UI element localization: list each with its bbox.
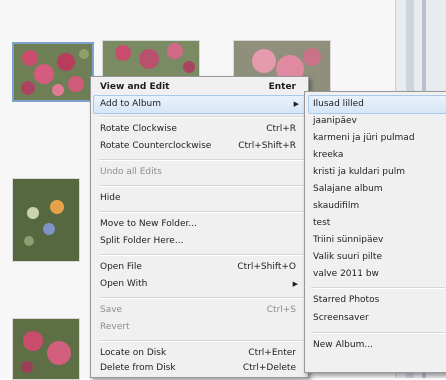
menu-item-label: Hide bbox=[100, 193, 121, 203]
album-item[interactable]: kreeka bbox=[309, 147, 445, 164]
album-item-starred-photos[interactable]: Starred Photos bbox=[309, 292, 445, 309]
menu-item-rotate-clockwise[interactable]: Rotate Clockwise Ctrl+R bbox=[100, 121, 304, 138]
album-item-label: kristi ja kuldari pulm bbox=[313, 167, 405, 177]
photo-thumbnail[interactable] bbox=[12, 42, 94, 102]
submenu-arrow-icon: ▶ bbox=[292, 280, 298, 288]
menu-item-shortcut: Ctrl+Shift+R bbox=[238, 141, 296, 151]
menu-item-hide[interactable]: Hide bbox=[100, 190, 304, 207]
menu-separator bbox=[99, 297, 305, 299]
photo-thumbnail[interactable] bbox=[12, 178, 80, 262]
rose-photo bbox=[103, 41, 199, 77]
photo-thumbnail[interactable] bbox=[12, 318, 80, 380]
album-item[interactable]: test bbox=[309, 215, 445, 232]
album-item[interactable]: karmeni ja jüri pulmad bbox=[309, 130, 445, 147]
album-item[interactable]: kristi ja kuldari pulm bbox=[309, 164, 445, 181]
album-item-label: kreeka bbox=[313, 150, 344, 160]
album-item-label: karmeni ja jüri pulmad bbox=[313, 133, 415, 143]
submenu-arrow-icon: ▶ bbox=[293, 100, 299, 108]
menu-item-label: View and Edit bbox=[100, 82, 170, 92]
menu-item-rotate-counterclockwise[interactable]: Rotate Counterclockwise Ctrl+Shift+R bbox=[100, 138, 304, 155]
album-item[interactable]: jaanipäev bbox=[309, 113, 445, 130]
menu-item-save[interactable]: Save Ctrl+S bbox=[100, 302, 304, 319]
album-item[interactable]: skaudifilm bbox=[309, 198, 445, 215]
album-item[interactable]: Valik suuri pilte bbox=[309, 249, 445, 266]
album-item-label: Ilusad lilled bbox=[313, 99, 364, 109]
menu-item-split-folder-here[interactable]: Split Folder Here... bbox=[100, 233, 304, 250]
menu-separator bbox=[311, 287, 445, 289]
photo-thumbnail[interactable] bbox=[102, 40, 200, 78]
menu-item-add-to-album[interactable]: Add to Album ▶ bbox=[93, 95, 306, 114]
album-item[interactable]: Triini sünnipäev bbox=[309, 232, 445, 249]
menu-separator bbox=[99, 254, 305, 256]
menu-item-shortcut: Ctrl+Shift+O bbox=[237, 262, 296, 272]
menu-item-label: Split Folder Here... bbox=[100, 236, 184, 246]
album-item-label: Valik suuri pilte bbox=[313, 252, 382, 262]
album-submenu: Ilusad lilled jaanipäev karmeni ja jüri … bbox=[304, 91, 446, 373]
menu-item-label: Add to Album bbox=[100, 99, 162, 109]
context-menu: View and Edit Enter Add to Album ▶ Rotat… bbox=[90, 76, 309, 378]
album-item-label: Salajane album bbox=[313, 184, 383, 194]
menu-item-shortcut: Ctrl+S bbox=[266, 305, 296, 315]
menu-item-delete-from-disk[interactable]: Delete from Disk Ctrl+Delete bbox=[100, 360, 304, 377]
album-item-label: skaudifilm bbox=[313, 201, 360, 211]
menu-item-label: Save bbox=[100, 305, 123, 315]
menu-item-label: Delete from Disk bbox=[100, 363, 176, 373]
menu-separator bbox=[99, 159, 305, 161]
album-item[interactable]: Salajane album bbox=[309, 181, 445, 198]
album-item-label: Starred Photos bbox=[313, 295, 380, 305]
menu-item-label: Open With bbox=[100, 279, 148, 289]
menu-item-open-with[interactable]: Open With ▶ bbox=[100, 276, 304, 293]
menu-item-shortcut: Enter bbox=[268, 82, 296, 92]
menu-separator bbox=[99, 340, 305, 342]
album-item-label: valve 2011 bw bbox=[313, 269, 379, 279]
menu-item-label: Undo all Edits bbox=[100, 167, 162, 177]
menu-item-move-to-new-folder[interactable]: Move to New Folder... bbox=[100, 216, 304, 233]
menu-separator bbox=[99, 116, 305, 118]
flower-photo bbox=[13, 179, 79, 261]
album-item-screensaver[interactable]: Screensaver bbox=[309, 310, 445, 327]
menu-separator bbox=[99, 211, 305, 213]
menu-item-label: Rotate Counterclockwise bbox=[100, 141, 212, 151]
rose-photo bbox=[13, 319, 79, 379]
album-item[interactable]: valve 2011 bw bbox=[309, 266, 445, 283]
album-item-label: New Album... bbox=[313, 340, 373, 350]
menu-item-label: Rotate Clockwise bbox=[100, 124, 177, 134]
album-item-label: Screensaver bbox=[313, 313, 369, 323]
menu-item-revert[interactable]: Revert bbox=[100, 319, 304, 336]
menu-item-view-and-edit[interactable]: View and Edit Enter bbox=[100, 79, 304, 96]
menu-item-label: Move to New Folder... bbox=[100, 219, 197, 229]
menu-separator bbox=[99, 185, 305, 187]
menu-separator bbox=[311, 332, 445, 334]
album-item-label: Triini sünnipäev bbox=[313, 235, 384, 245]
menu-item-shortcut: Ctrl+R bbox=[266, 124, 296, 134]
album-item-label: jaanipäev bbox=[313, 116, 357, 126]
album-item[interactable]: Ilusad lilled bbox=[308, 95, 446, 114]
menu-item-label: Open File bbox=[100, 262, 142, 272]
menu-item-open-file[interactable]: Open File Ctrl+Shift+O bbox=[100, 259, 304, 276]
menu-item-label: Revert bbox=[100, 322, 130, 332]
menu-item-shortcut: Ctrl+Delete bbox=[242, 363, 296, 373]
rose-photo bbox=[14, 44, 92, 100]
new-album-item[interactable]: New Album... bbox=[309, 337, 445, 354]
menu-item-undo-all-edits[interactable]: Undo all Edits bbox=[100, 164, 304, 181]
album-item-label: test bbox=[313, 218, 331, 228]
